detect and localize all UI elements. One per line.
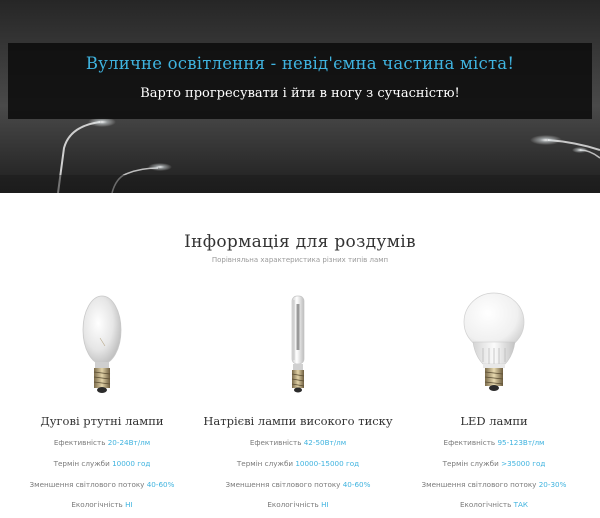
spec-value: НІ [321, 500, 329, 509]
spec-value: НІ [125, 500, 133, 509]
spec-label: Термін служби [53, 459, 110, 468]
spec-eco: Екологічність ТАК [394, 500, 594, 509]
spec-value: 95-123Вт/лм [497, 438, 545, 447]
lamp-card-sodium: Натрієві лампи високого тиску Ефективніс… [198, 290, 398, 518]
spec-value: 40-60% [146, 480, 175, 489]
spec-lifetime: Термін служби 10000-15000 год [198, 459, 398, 468]
spec-lifetime: Термін служби >35000 год [394, 459, 594, 468]
spec-label: Зменшення світлового потоку [421, 480, 537, 489]
lamp-image [394, 290, 594, 398]
spec-label: Зменшення світлового потоку [29, 480, 145, 489]
spec-value: 40-60% [342, 480, 371, 489]
spec-efficiency: Ефективність 20-24Вт/лм [2, 438, 202, 447]
lamp-name: Дугові ртутні лампи [40, 414, 164, 428]
sodium-lamp-icon [291, 295, 305, 393]
spec-value: >35000 год [501, 459, 546, 468]
spec-label: Екологічність [267, 500, 319, 509]
spec-value: 10000 год [112, 459, 151, 468]
spec-flux-decrease: Зменшення світлового потоку 40-60% [2, 480, 202, 489]
spec-flux-decrease: Зменшення світлового потоку 20-30% [394, 480, 594, 489]
spec-label: Екологічність [459, 500, 512, 509]
spec-label: Термін служби [442, 459, 499, 468]
spec-label: Термін служби [236, 459, 294, 468]
spec-label: Зменшення світлового потоку [225, 480, 341, 489]
spec-value: 20-30% [538, 480, 567, 489]
hero-subtitle: Варто прогресувати і йти в ногу з сучасн… [140, 86, 460, 101]
lamp-card-mercury: Дугові ртутні лампи Ефективність 20-24Вт… [2, 290, 202, 518]
spec-label: Ефективність [443, 438, 496, 447]
spec-lifetime: Термін служби 10000 год [2, 459, 202, 468]
spec-value: 42-50Вт/лм [303, 438, 347, 447]
lamp-image [198, 290, 398, 398]
spec-value: 20-24Вт/лм [107, 438, 151, 447]
spec-flux-decrease: Зменшення світлового потоку 40-60% [198, 480, 398, 489]
mercury-lamp-icon [82, 295, 122, 393]
lamp-name: Натрієві лампи високого тиску [203, 414, 393, 428]
spec-eco: Екологічність НІ [198, 500, 398, 509]
hero-title: Вуличне освітлення - невід'ємна частина … [85, 54, 515, 73]
lamp-image [2, 290, 202, 398]
hero-section: Вуличне освітлення - невід'ємна частина … [0, 0, 600, 193]
spec-efficiency: Ефективність 95-123Вт/лм [394, 438, 594, 447]
section-title: Інформація для роздумів [184, 232, 416, 252]
lamp-name: LED лампи [460, 414, 528, 428]
lamp-card-led: LED лампи Ефективність 95-123Вт/лм Термі… [394, 290, 594, 518]
spec-label: Екологічність [71, 500, 123, 509]
spec-label: Ефективність [53, 438, 106, 447]
spec-eco: Екологічність НІ [2, 500, 202, 509]
spec-efficiency: Ефективність 42-50Вт/лм [198, 438, 398, 447]
spec-label: Ефективність [249, 438, 302, 447]
section-subtitle: Порівняльна характеристика різних типів … [211, 256, 389, 264]
spec-value: 10000-15000 год [295, 459, 360, 468]
spec-value: ТАК [513, 500, 529, 509]
led-lamp-icon [463, 292, 525, 391]
hero-banner: Вуличне освітлення - невід'ємна частина … [8, 43, 592, 119]
